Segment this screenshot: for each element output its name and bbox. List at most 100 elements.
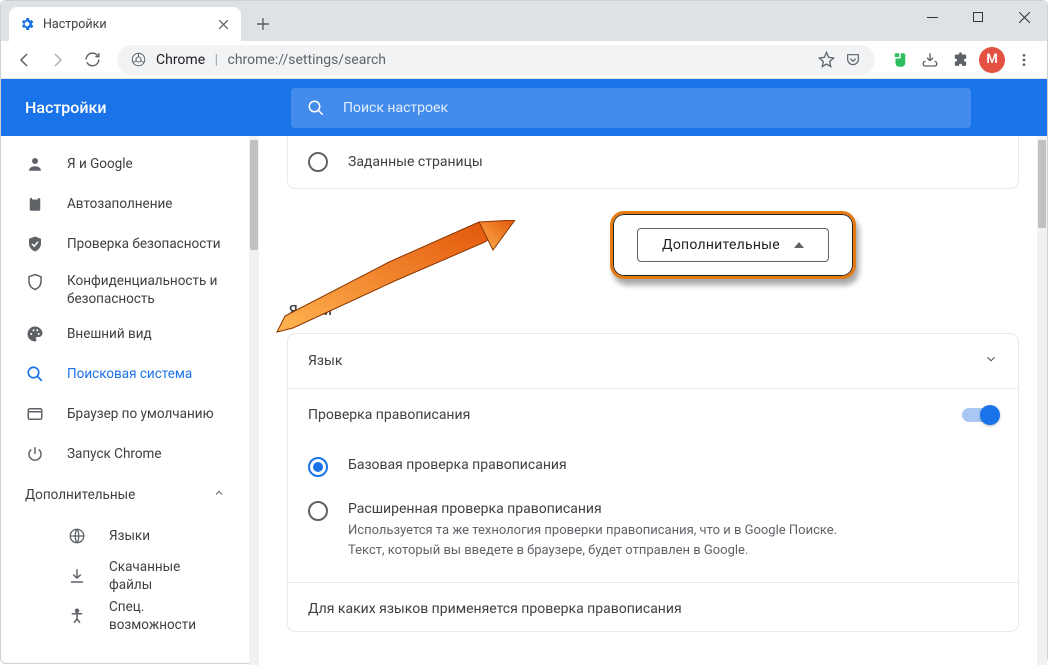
sidebar-item-default-browser[interactable]: Браузер по умолчанию	[1, 394, 249, 434]
sidebar-item-label: Языки	[109, 527, 150, 545]
shield-check-icon	[25, 234, 45, 254]
search-icon	[307, 99, 325, 117]
maximize-button[interactable]	[955, 1, 1001, 33]
url-scheme: Chrome	[156, 52, 205, 68]
sidebar-scrollbar[interactable]	[249, 136, 259, 665]
sidebar-item-label: Я и Google	[67, 155, 133, 173]
language-row[interactable]: Язык	[288, 334, 1018, 388]
sidebar-item-label: Браузер по умолчанию	[67, 405, 214, 423]
sidebar-item-privacy[interactable]: Конфиденциальность и безопасность	[1, 264, 249, 314]
download-icon	[67, 566, 87, 586]
content-scrollbar[interactable]	[1037, 136, 1047, 665]
clipboard-icon	[25, 194, 45, 214]
spellcheck-options: Базовая проверка правописания Расширенна…	[288, 441, 1018, 582]
download-icon[interactable]	[919, 49, 941, 71]
profile-avatar[interactable]: M	[979, 47, 1005, 73]
gear-icon	[19, 16, 35, 32]
palette-icon	[25, 324, 45, 344]
enhanced-option-description: Используется та же технология проверки п…	[348, 521, 868, 560]
spellcheck-toggle[interactable]	[962, 408, 998, 422]
url-separator: |	[209, 52, 224, 68]
content-scroll-thumb[interactable]	[1038, 140, 1046, 228]
spellcheck-basic-option[interactable]: Базовая проверка правописания	[308, 445, 998, 489]
content-area: Заданные страницы Дополнительные Языки Я…	[259, 136, 1047, 665]
person-icon	[25, 154, 45, 174]
sidebar-section-advanced[interactable]: Дополнительные	[1, 474, 249, 516]
chevron-up-icon	[213, 487, 225, 503]
extension-icons: M	[885, 47, 1039, 73]
settings-search[interactable]	[291, 88, 971, 128]
new-tab-button[interactable]	[249, 10, 277, 38]
sidebar-item-languages[interactable]: Языки	[1, 516, 249, 556]
advanced-toggle-button[interactable]: Дополнительные	[637, 228, 829, 262]
language-row-label: Язык	[308, 353, 342, 369]
chevron-down-icon	[984, 352, 998, 370]
startup-card: Заданные страницы	[287, 136, 1019, 189]
sidebar-item-label: Конфиденциальность и безопасность	[67, 272, 225, 308]
browser-tab[interactable]: Настройки	[9, 7, 241, 41]
window-icon	[25, 404, 45, 424]
pocket-icon[interactable]	[845, 52, 861, 68]
radio-unchecked-icon[interactable]	[308, 501, 328, 521]
url-path: chrome://settings/search	[228, 52, 386, 68]
reload-button[interactable]	[77, 45, 107, 75]
tab-strip: Настройки	[1, 1, 1047, 41]
radio-checked-icon[interactable]	[308, 457, 328, 477]
power-icon	[25, 444, 45, 464]
back-button[interactable]	[9, 45, 39, 75]
close-window-button[interactable]	[1001, 1, 1047, 33]
sidebar-item-label: Спец. возможности	[109, 598, 225, 634]
sidebar-item-label: Автозаполнение	[67, 195, 172, 213]
triangle-up-icon	[794, 242, 804, 248]
sidebar-item-downloads[interactable]: Скачанные файлы	[1, 556, 249, 596]
evernote-icon[interactable]	[889, 49, 911, 71]
star-icon[interactable]	[818, 51, 835, 68]
forward-button[interactable]	[43, 45, 73, 75]
minimize-button[interactable]	[909, 1, 955, 33]
advanced-highlight: Дополнительные	[487, 211, 979, 279]
spellcheck-enhanced-option[interactable]: Расширенная проверка правописания Исполь…	[308, 489, 998, 572]
sidebar-item-startup[interactable]: Запуск Chrome	[1, 434, 249, 474]
settings-search-input[interactable]	[343, 100, 955, 116]
tab-close-icon[interactable]	[215, 16, 231, 32]
tab-title: Настройки	[43, 17, 107, 32]
chrome-icon	[131, 52, 146, 67]
sidebar-item-safety[interactable]: Проверка безопасности	[1, 224, 249, 264]
advanced-button-label: Дополнительные	[662, 237, 780, 253]
sidebar-item-search-engine[interactable]: Поисковая система	[1, 354, 249, 394]
startup-option-label: Заданные страницы	[348, 154, 483, 170]
menu-icon[interactable]	[1013, 49, 1035, 71]
sidebar-item-appearance[interactable]: Внешний вид	[1, 314, 249, 354]
basic-option-label: Базовая проверка правописания	[348, 457, 567, 473]
sidebar-item-label: Скачанные файлы	[109, 558, 225, 594]
sidebar-item-label: Проверка безопасности	[67, 235, 221, 253]
annotation-box: Дополнительные	[610, 211, 856, 279]
accessibility-icon	[67, 606, 87, 626]
sidebar-item-label: Запуск Chrome	[67, 445, 162, 463]
browser-toolbar: Chrome | chrome://settings/search M	[1, 41, 1047, 79]
settings-header: Настройки	[1, 79, 1047, 136]
settings-sidebar: Я и Google Автозаполнение Проверка безоп…	[1, 136, 249, 665]
spellcheck-row: Проверка правописания	[288, 389, 1018, 441]
window-controls	[909, 1, 1047, 33]
sidebar-item-label: Внешний вид	[67, 325, 152, 343]
radio-unchecked-icon[interactable]	[308, 152, 328, 172]
spellcheck-languages-row[interactable]: Для каких языков применяется проверка пр…	[288, 582, 1018, 631]
settings-title: Настройки	[25, 98, 271, 117]
languages-section-title: Языки	[287, 303, 1019, 333]
sidebar-scroll-thumb[interactable]	[250, 140, 258, 250]
languages-card: Язык Проверка правописания Базовая прове…	[287, 333, 1019, 632]
sidebar-item-autofill[interactable]: Автозаполнение	[1, 184, 249, 224]
main-layout: Я и Google Автозаполнение Проверка безоп…	[1, 136, 1047, 665]
address-bar[interactable]: Chrome | chrome://settings/search	[117, 45, 875, 75]
globe-icon	[67, 526, 87, 546]
extensions-icon[interactable]	[949, 49, 971, 71]
enhanced-option-label: Расширенная проверка правописания	[348, 501, 868, 517]
sidebar-item-accessibility[interactable]: Спец. возможности	[1, 596, 249, 636]
sidebar-item-you-google[interactable]: Я и Google	[1, 144, 249, 184]
search-icon	[25, 364, 45, 384]
sidebar-item-label: Поисковая система	[67, 365, 192, 383]
sidebar-container: Я и Google Автозаполнение Проверка безоп…	[1, 136, 259, 665]
shield-icon	[25, 272, 45, 292]
startup-option-row[interactable]: Заданные страницы	[288, 136, 1018, 188]
